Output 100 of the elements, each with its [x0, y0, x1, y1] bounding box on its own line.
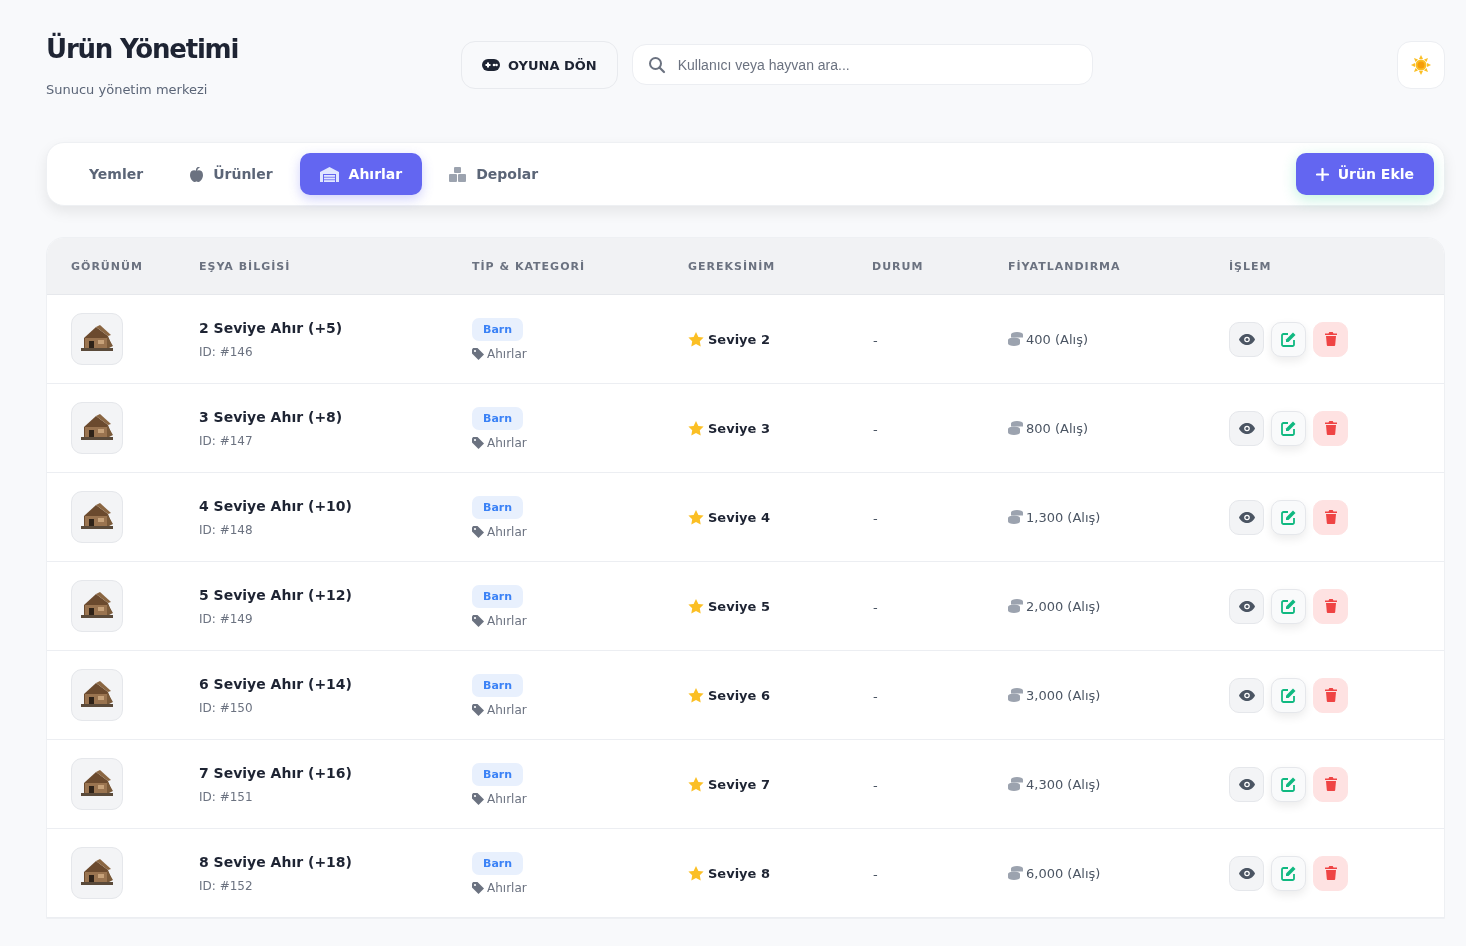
- category-label: Ahırlar: [487, 435, 527, 450]
- item-id: ID: #148: [199, 522, 254, 537]
- star-icon: [688, 509, 704, 525]
- column-header: EŞYA BİLGİSİ: [199, 259, 292, 273]
- status-text: -: [872, 599, 878, 615]
- return-to-game-button[interactable]: OYUNA DÖN: [461, 41, 618, 89]
- tag-icon: [472, 614, 484, 627]
- gamepad-icon: [482, 59, 500, 71]
- tab[interactable]: Depolar: [429, 153, 559, 195]
- delete-button[interactable]: [1313, 766, 1348, 802]
- category-label: Ahırlar: [487, 880, 527, 895]
- price-text: 1,300 (Alış): [1026, 509, 1101, 525]
- column-header: GEREKSİNİM: [688, 259, 777, 273]
- delete-button[interactable]: [1313, 855, 1348, 891]
- tag-icon: [472, 792, 484, 805]
- view-button[interactable]: [1229, 677, 1264, 713]
- trash-icon: [1324, 510, 1337, 524]
- column-header: TİP & KATEGORİ: [472, 259, 587, 273]
- delete-button[interactable]: [1313, 677, 1348, 713]
- column-header: FİYATLANDIRMA: [1008, 259, 1122, 273]
- level-requirement: Seviye 8: [708, 865, 770, 881]
- coins-icon: [1008, 421, 1023, 435]
- coins-icon: [1008, 332, 1023, 346]
- status-text: -: [872, 332, 878, 348]
- eye-icon: [1238, 422, 1255, 434]
- edit-icon: [1281, 687, 1296, 703]
- tab[interactable]: Yemler: [69, 153, 164, 195]
- trash-icon: [1324, 332, 1337, 346]
- view-button[interactable]: [1229, 321, 1264, 357]
- view-button[interactable]: [1229, 499, 1264, 535]
- coins-icon: [1008, 510, 1023, 524]
- star-icon: [688, 420, 704, 436]
- item-name: 2 Seviye Ahır (+5): [199, 319, 344, 336]
- edit-button[interactable]: [1271, 855, 1306, 891]
- item-id: ID: #150: [199, 700, 254, 715]
- search-field[interactable]: Kullanıcı veya hayvan ara...: [631, 44, 1093, 85]
- category-label: Ahırlar: [487, 791, 527, 806]
- apple-icon: [190, 166, 204, 182]
- warehouse-icon: [319, 166, 339, 182]
- delete-button[interactable]: [1313, 321, 1348, 357]
- level-requirement: Seviye 6: [708, 687, 770, 703]
- level-requirement: Seviye 7: [708, 776, 770, 792]
- delete-button[interactable]: [1313, 499, 1348, 535]
- tag-icon: [472, 347, 484, 360]
- edit-icon: [1281, 509, 1296, 525]
- edit-icon: [1281, 420, 1296, 436]
- eye-icon: [1238, 600, 1255, 612]
- view-button[interactable]: [1229, 410, 1264, 446]
- column-header: İŞLEM: [1229, 259, 1273, 273]
- type-badge: Barn: [472, 584, 524, 608]
- item-id: ID: #147: [199, 433, 254, 448]
- view-button[interactable]: [1229, 588, 1264, 624]
- item-name: 5 Seviye Ahır (+12): [199, 586, 353, 603]
- edit-button[interactable]: [1271, 588, 1306, 624]
- item-id: ID: #146: [199, 344, 254, 359]
- item-id: ID: #149: [199, 611, 254, 626]
- type-badge: Barn: [472, 495, 524, 519]
- trash-icon: [1324, 421, 1337, 435]
- search-icon: [647, 56, 666, 74]
- type-badge: Barn: [472, 406, 524, 430]
- column-header: GÖRÜNÜM: [71, 259, 144, 273]
- price-text: 4,300 (Alış): [1026, 776, 1101, 792]
- category-label: Ahırlar: [487, 702, 527, 717]
- price-text: 800 (Alış): [1026, 420, 1088, 436]
- star-icon: [688, 687, 704, 703]
- type-badge: Barn: [472, 762, 524, 786]
- item-name: 6 Seviye Ahır (+14): [199, 675, 353, 692]
- delete-button[interactable]: [1313, 588, 1348, 624]
- tab[interactable]: Ürünler: [170, 153, 293, 195]
- tag-icon: [472, 436, 484, 449]
- status-text: -: [872, 421, 878, 437]
- trash-icon: [1324, 777, 1337, 791]
- trash-icon: [1324, 866, 1337, 880]
- add-product-button[interactable]: Ürün Ekle: [1295, 153, 1434, 195]
- star-icon: [688, 865, 704, 881]
- price-text: 6,000 (Alış): [1026, 865, 1101, 881]
- level-requirement: Seviye 3: [708, 420, 770, 436]
- delete-button[interactable]: [1313, 410, 1348, 446]
- eye-icon: [1238, 511, 1255, 523]
- edit-icon: [1281, 776, 1296, 792]
- tag-icon: [472, 881, 484, 894]
- edit-button[interactable]: [1271, 677, 1306, 713]
- trash-icon: [1324, 688, 1337, 702]
- column-header: DURUM: [872, 259, 925, 273]
- category-label: Ahırlar: [487, 524, 527, 539]
- edit-button[interactable]: [1271, 410, 1306, 446]
- edit-button[interactable]: [1271, 321, 1306, 357]
- tab[interactable]: Ahırlar: [299, 153, 423, 195]
- status-text: -: [872, 866, 878, 882]
- theme-toggle-button[interactable]: [1397, 41, 1445, 89]
- item-name: 3 Seviye Ahır (+8): [199, 408, 344, 425]
- view-button[interactable]: [1229, 766, 1264, 802]
- eye-icon: [1238, 778, 1255, 790]
- edit-button[interactable]: [1271, 499, 1306, 535]
- edit-button[interactable]: [1271, 766, 1306, 802]
- item-name: 4 Seviye Ahır (+10): [199, 497, 353, 514]
- view-button[interactable]: [1229, 855, 1264, 891]
- boxes-icon: [449, 166, 467, 182]
- item-id: ID: #152: [199, 878, 254, 893]
- edit-icon: [1281, 598, 1296, 614]
